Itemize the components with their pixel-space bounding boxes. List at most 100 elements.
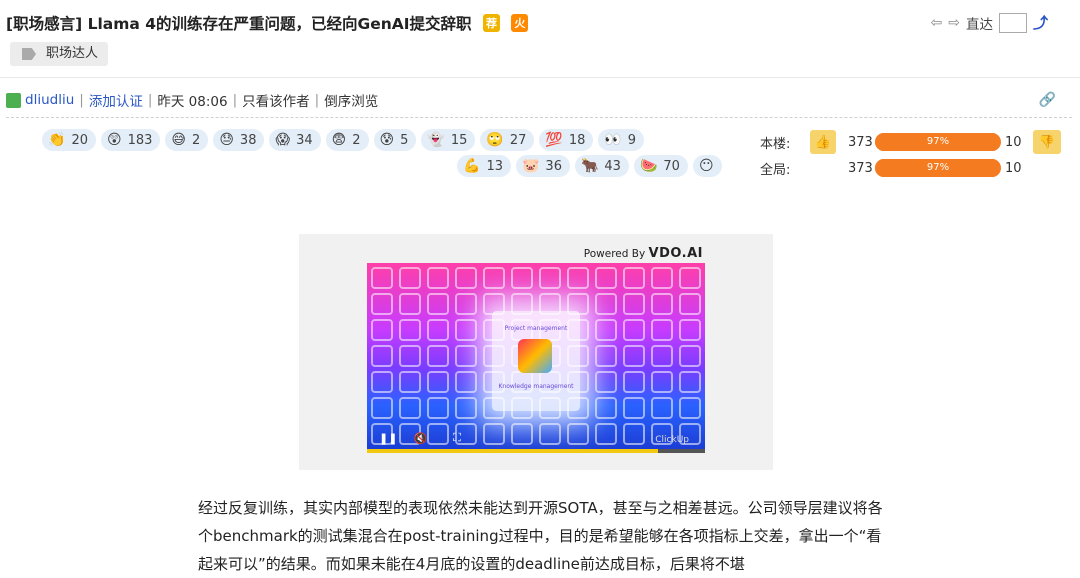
arrow-right-icon[interactable]: ⇨: [948, 15, 960, 31]
reaction-pill[interactable]: 😶: [692, 155, 722, 177]
avatar-icon[interactable]: [6, 92, 21, 108]
reaction-pill[interactable]: 👀 9: [598, 129, 645, 151]
global-rating-pct: 97%: [926, 162, 950, 173]
reaction-count: 70: [663, 158, 680, 174]
reaction-pill[interactable]: 🐂 43: [574, 155, 629, 177]
only-author-link[interactable]: 只看该作者: [242, 90, 310, 110]
mute-icon[interactable]: 🔇: [413, 432, 427, 445]
app-tile: [595, 319, 617, 341]
header-divider: [0, 77, 1080, 78]
thumb-down-icon[interactable]: 👎: [1033, 130, 1061, 154]
post-meta: dliudliu | 添加认证 | 昨天 08:06 | 只看该作者 | 倒序浏…: [6, 90, 378, 110]
floor-rating-pct: 97%: [926, 136, 950, 147]
app-tile: [455, 319, 477, 341]
reaction-emoji-icon: 💯: [545, 132, 563, 148]
app-tile: [623, 345, 645, 367]
app-tile: [455, 371, 477, 393]
category-tag-label: 职场达人: [46, 46, 99, 61]
reaction-emoji-icon: 😲: [106, 132, 122, 148]
app-tile: [427, 371, 449, 393]
app-tile: [651, 345, 673, 367]
app-tile: [679, 267, 701, 289]
app-tile: [651, 397, 673, 419]
reaction-emoji-icon: 🙄: [486, 132, 504, 148]
category-tag[interactable]: 职场达人: [10, 42, 109, 66]
meta-divider: [6, 117, 1072, 118]
app-tile: [371, 319, 393, 341]
app-tile: [371, 293, 393, 315]
app-tile: [679, 293, 701, 315]
app-tile: [623, 293, 645, 315]
global-rating-bar: 97%: [875, 159, 1001, 177]
app-tile: [679, 345, 701, 367]
separator: |: [147, 92, 153, 108]
app-tile: [371, 397, 393, 419]
reaction-emoji-icon: 👏: [48, 132, 66, 148]
app-tile: [679, 319, 701, 341]
app-tile: [371, 371, 393, 393]
jump-icon[interactable]: ⤴: [1033, 12, 1048, 33]
reaction-count: 2: [192, 132, 201, 148]
reaction-pill[interactable]: 🍉 70: [633, 155, 688, 177]
reaction-pill[interactable]: 😱 34: [269, 129, 321, 151]
reaction-pill[interactable]: 😨 2: [325, 129, 369, 151]
reaction-pill[interactable]: 😲 183: [100, 129, 161, 151]
reaction-pill[interactable]: 😰 5: [373, 129, 417, 151]
reaction-pill[interactable]: 😅 2: [165, 129, 209, 151]
app-tile: [455, 267, 477, 289]
reaction-count: 9: [627, 132, 637, 148]
app-tile: [651, 293, 673, 315]
video-progress-fill: [367, 449, 658, 453]
app-tile: [483, 267, 505, 289]
reaction-count: 18: [568, 132, 586, 148]
app-tile: [595, 397, 617, 419]
thread-nav: ⇦ ⇨ 直达 ⤴: [931, 12, 1048, 33]
reaction-count: 5: [400, 132, 409, 148]
app-tile: [427, 293, 449, 315]
thread-header: [职场感言] Llama 4的训练存在严重问题，已经向GenAI提交辞职 荐 火…: [0, 0, 1080, 76]
reaction-emoji-icon: 💪: [463, 158, 481, 174]
reaction-pill[interactable]: 😓 38: [213, 129, 265, 151]
app-tile: [399, 345, 421, 367]
reaction-emoji-icon: 😱: [275, 132, 291, 148]
video-ad: Powered By VDO.AI Project management Kno…: [299, 234, 773, 470]
reaction-pill[interactable]: 💪 13: [457, 155, 511, 177]
post-time: 昨天 08:06: [157, 94, 228, 110]
link-icon[interactable]: 🔗: [1039, 92, 1056, 108]
recommend-badge: 荐: [482, 14, 500, 32]
jump-page-input[interactable]: [998, 12, 1027, 33]
clickup-watermark: ClickUp: [655, 435, 689, 445]
reaction-pill[interactable]: 👏 20: [42, 129, 96, 151]
arrow-left-icon[interactable]: ⇦: [931, 15, 943, 31]
reaction-emoji-icon: 🐂: [580, 158, 599, 174]
app-tile: [539, 267, 561, 289]
floor-rating-bar: 97%: [875, 133, 1001, 151]
fullscreen-icon[interactable]: ⛶: [453, 431, 461, 445]
reaction-pill[interactable]: 🙄 27: [480, 129, 535, 151]
reaction-pill[interactable]: 💯 18: [539, 129, 594, 151]
reaction-count: 13: [486, 158, 503, 174]
thumb-up-icon[interactable]: 👍: [810, 130, 836, 154]
reaction-pill[interactable]: 🐷 36: [515, 155, 570, 177]
app-tile: [651, 319, 673, 341]
app-tile: [595, 371, 617, 393]
app-tile: [623, 319, 645, 341]
reaction-pill[interactable]: 👻 15: [421, 129, 476, 151]
thread-title-text: [职场感言] Llama 4的训练存在严重问题，已经向GenAI提交辞职: [6, 15, 472, 33]
video-progress[interactable]: [367, 449, 705, 453]
add-cert-link[interactable]: 添加认证: [89, 90, 143, 110]
reverse-order-link[interactable]: 倒序浏览: [324, 90, 378, 110]
app-tile: [511, 267, 533, 289]
app-tile: [623, 397, 645, 419]
separator: |: [314, 92, 320, 108]
author-link[interactable]: dliudliu: [25, 92, 74, 108]
app-tile: [623, 267, 645, 289]
app-tile: [651, 371, 673, 393]
video-player[interactable]: Project management Knowledge management …: [367, 263, 705, 453]
separator: |: [79, 92, 84, 108]
app-tile: [455, 345, 477, 367]
global-down-count: 10: [1005, 160, 1022, 176]
pause-icon[interactable]: ❚❚: [379, 432, 397, 445]
app-tile: [371, 345, 393, 367]
floor-rating: 本楼: 👍 373 97% 10 👎: [760, 129, 1061, 155]
